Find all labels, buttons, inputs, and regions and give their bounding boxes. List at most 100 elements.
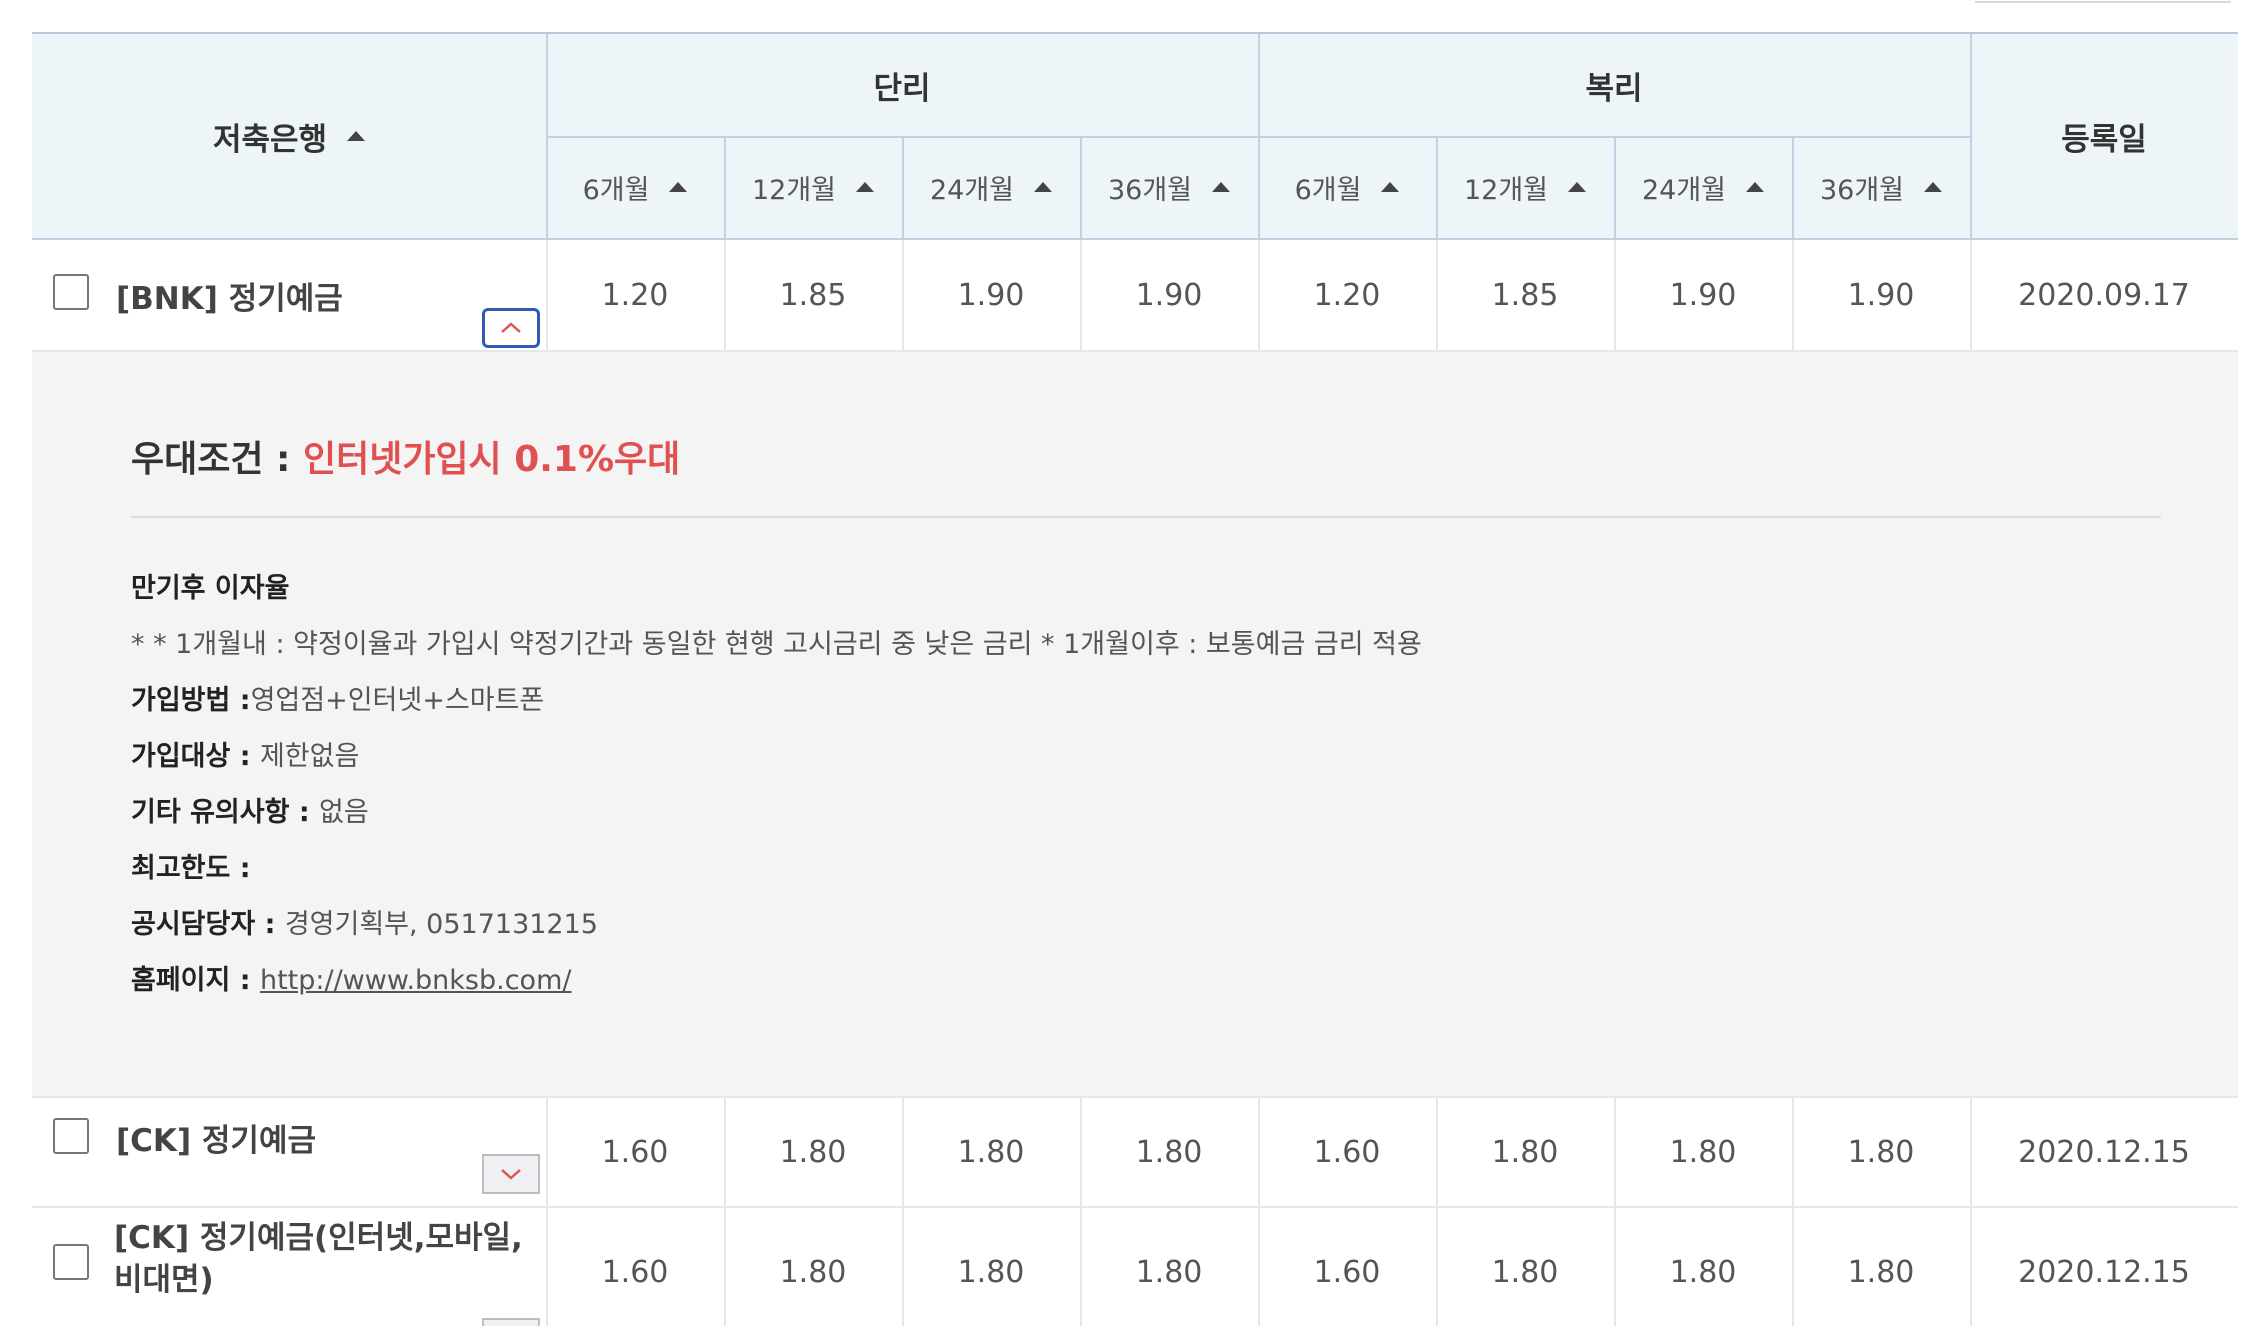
period-label: 6개월 [582, 174, 650, 206]
contact-label: 공시담당자 : [131, 909, 285, 940]
sort-up-arrow-icon[interactable] [1212, 182, 1231, 192]
savings-rate-table: 저축은행 단리 복리 등록일 6개월 12개월 24개월 36개월 6개월 12… [32, 32, 2238, 1326]
simple-interest-label: 단리 [873, 70, 931, 107]
join-target-label: 가입대상 : [131, 741, 260, 772]
registration-date-label: 등록일 [2061, 121, 2147, 158]
cell-divider [1970, 1098, 1972, 1326]
sort-up-arrow-icon[interactable] [669, 182, 688, 192]
bank-name[interactable]: [CK] 정기예금 [116, 1098, 536, 1176]
maturity-label: 만기후 이자율 [131, 573, 290, 604]
rate-cell: 1.80 [1669, 1134, 1737, 1170]
rate-cell: 1.90 [1669, 277, 1737, 313]
join-method-label: 가입방법 : [131, 685, 251, 716]
header-divider [1614, 136, 1616, 238]
bank-name-line: 비대면) [114, 1262, 214, 1298]
header-divider [1970, 34, 1972, 238]
detail-toggle-button[interactable] [482, 1154, 540, 1194]
homepage-link[interactable]: http://www.bnksb.com/ [260, 965, 572, 996]
cell-divider [1436, 1098, 1438, 1326]
cell-divider [724, 240, 726, 350]
header-divider [902, 136, 904, 238]
cell-divider [1614, 240, 1616, 350]
disclosure-contact: 공시담당자 : 경영기획부, 0517131215 [131, 902, 598, 941]
cell-divider [1080, 1098, 1082, 1326]
chevron-down-icon [501, 1169, 521, 1180]
bank-name[interactable]: [CK] 정기예금(인터넷,모바일, 비대면) [114, 1214, 534, 1304]
detail-toggle-button[interactable] [482, 308, 540, 348]
cell-divider [546, 1098, 548, 1326]
cell-divider [1258, 1098, 1260, 1326]
rate-cell: 1.85 [1491, 277, 1559, 313]
rate-cell: 1.80 [779, 1134, 847, 1170]
registration-date: 2020.12.15 [2018, 1254, 2190, 1290]
bank-name[interactable]: [BNK] 정기예금 [116, 240, 536, 350]
registration-date-header: 등록일 [1970, 34, 2238, 238]
row-select-checkbox[interactable] [53, 1118, 89, 1154]
compound-interest-header: 복리 [1258, 34, 1970, 136]
maturity-rate-text: * * 1개월내 : 약정이율과 가입시 약정기간과 동일한 현행 고시금리 중… [131, 629, 1422, 660]
sort-up-arrow-icon[interactable] [1746, 182, 1765, 192]
period-label: 36개월 [1107, 174, 1193, 206]
preferential-value: 인터넷가입시 0.1%우대 [302, 439, 681, 480]
compound-36m-header[interactable]: 36개월 [1792, 136, 1970, 238]
registration-date: 2020.12.15 [2018, 1134, 2190, 1170]
rate-cell: 1.60 [601, 1254, 669, 1290]
join-target: 가입대상 : 제한없음 [131, 734, 359, 773]
sort-up-arrow-icon[interactable] [1924, 182, 1943, 192]
row-select-checkbox[interactable] [53, 274, 89, 310]
product-detail-panel: 우대조건 : 인터넷가입시 0.1%우대 만기후 이자율 * * 1개월내 : … [32, 352, 2238, 1096]
cell-divider [1792, 1098, 1794, 1326]
compound-12m-header[interactable]: 12개월 [1436, 136, 1614, 238]
rate-cell: 1.80 [1847, 1134, 1915, 1170]
other-notes: 기타 유의사항 : 없음 [131, 790, 369, 829]
cell-divider [546, 240, 548, 350]
rate-cell: 1.60 [601, 1134, 669, 1170]
rate-cell: 1.60 [1313, 1134, 1381, 1170]
rate-cell: 1.80 [1669, 1254, 1737, 1290]
simple-12m-header[interactable]: 12개월 [724, 136, 902, 238]
cell-divider [1436, 240, 1438, 350]
rate-cell: 1.20 [1313, 277, 1381, 313]
simple-24m-header[interactable]: 24개월 [902, 136, 1080, 238]
rate-cell: 1.80 [1491, 1254, 1559, 1290]
period-label: 36개월 [1819, 174, 1905, 206]
cell-divider [1080, 240, 1082, 350]
compound-24m-header[interactable]: 24개월 [1614, 136, 1792, 238]
max-limit: 최고한도 : [131, 846, 251, 885]
rate-cell: 1.80 [957, 1134, 1025, 1170]
compound-6m-header[interactable]: 6개월 [1258, 136, 1436, 238]
simple-6m-header[interactable]: 6개월 [546, 136, 724, 238]
top-control-edge [1975, 0, 2231, 3]
period-label: 12개월 [751, 174, 837, 206]
limit-label: 최고한도 : [131, 853, 251, 884]
join-method-value: 영업점+인터넷+스마트폰 [250, 685, 545, 716]
detail-toggle-button[interactable] [482, 1318, 540, 1326]
rate-cell: 1.90 [957, 277, 1025, 313]
header-divider [1080, 136, 1082, 238]
chevron-up-icon [501, 322, 521, 333]
bank-header-label: 저축은행 [212, 121, 328, 158]
contact-value: 경영기획부, 0517131215 [284, 909, 598, 940]
homepage: 홈페이지 : http://www.bnksb.com/ [131, 958, 571, 997]
sort-up-arrow-icon[interactable] [347, 131, 366, 141]
period-label: 24개월 [1641, 174, 1727, 206]
sort-up-arrow-icon[interactable] [1034, 182, 1053, 192]
sort-up-arrow-icon[interactable] [856, 182, 875, 192]
cell-divider [902, 1098, 904, 1326]
simple-interest-header: 단리 [546, 34, 1258, 136]
sort-up-arrow-icon[interactable] [1381, 182, 1400, 192]
rate-cell: 1.80 [779, 1254, 847, 1290]
sort-up-arrow-icon[interactable] [1568, 182, 1587, 192]
rate-cell: 1.85 [779, 277, 847, 313]
row-select-checkbox[interactable] [53, 1244, 89, 1280]
compound-interest-label: 복리 [1585, 70, 1643, 107]
rate-cell: 1.80 [1135, 1254, 1203, 1290]
simple-36m-header[interactable]: 36개월 [1080, 136, 1258, 238]
bank-name-line: [CK] 정기예금(인터넷,모바일, [114, 1220, 523, 1256]
join-target-value: 제한없음 [259, 741, 360, 772]
bank-column-header[interactable]: 저축은행 [32, 34, 546, 238]
header-divider [724, 136, 726, 238]
notes-value: 없음 [319, 797, 369, 828]
period-label: 6개월 [1294, 174, 1362, 206]
header-divider [1792, 136, 1794, 238]
